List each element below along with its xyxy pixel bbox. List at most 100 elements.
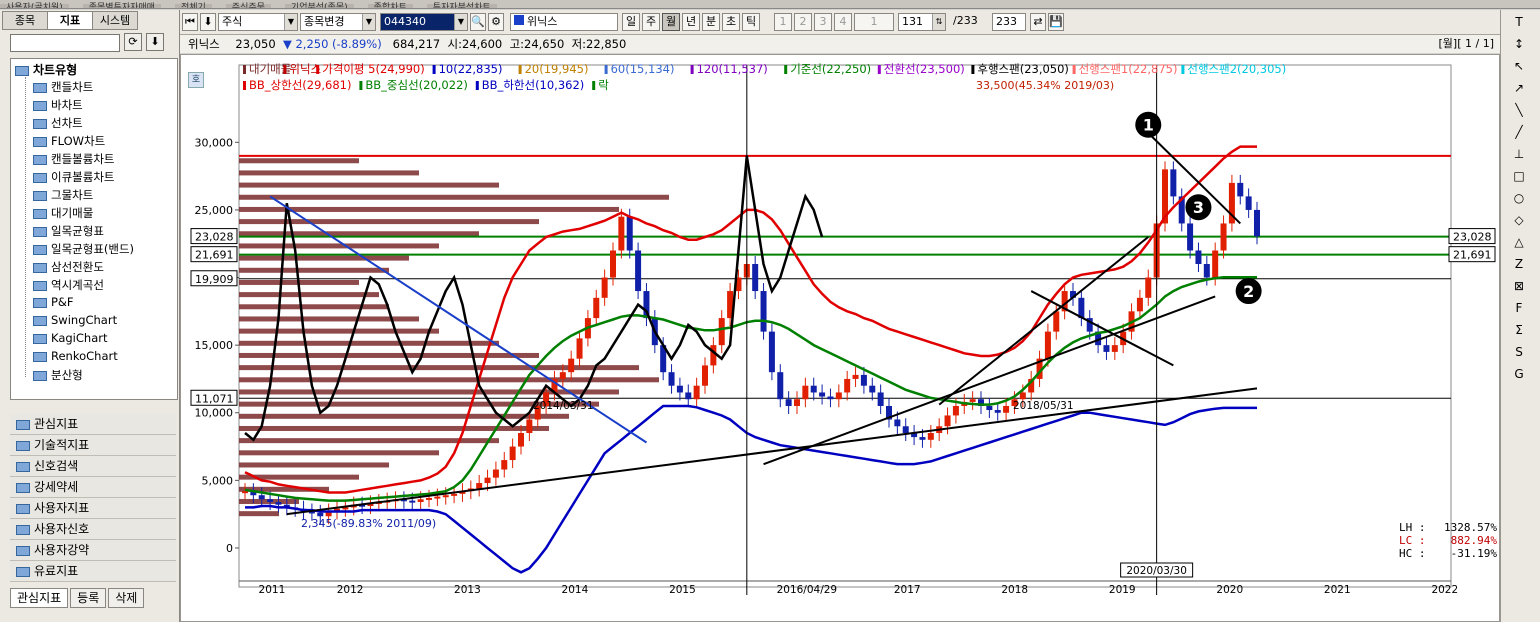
legend-entry[interactable]: 60(15,134)	[611, 62, 675, 76]
legend-entry[interactable]: 선행스팬1(22,875)	[1079, 62, 1178, 76]
legend-entry[interactable]: 선행스팬2(20,305)	[1187, 62, 1286, 76]
tree-item[interactable]: 일목균형표	[33, 223, 104, 239]
drawing-tool-icon[interactable]: ╲	[1511, 102, 1527, 118]
legend-entry[interactable]: BB_중심선(20,022)	[365, 78, 467, 92]
tree-item[interactable]: 캔들볼륨차트	[33, 151, 114, 167]
legend-entry[interactable]: 기준선(22,250)	[790, 62, 871, 76]
period-button[interactable]: 일	[622, 13, 640, 31]
drawing-tool-icon[interactable]: T	[1511, 14, 1527, 30]
tree-item[interactable]: 역시계곡선	[33, 277, 104, 293]
legend-entry[interactable]: BB_상한선(29,681)	[249, 78, 351, 92]
change-stock-select[interactable]: 종목변경 ▼	[300, 13, 376, 31]
category-item[interactable]: 기술적지표	[10, 435, 176, 456]
number-button[interactable]: 3	[814, 13, 832, 31]
tree-item[interactable]: P&F	[33, 295, 74, 309]
tree-item[interactable]: 분산형	[33, 367, 83, 383]
period-button[interactable]: 틱	[742, 13, 760, 31]
drawing-tool-icon[interactable]: ⊥	[1511, 146, 1527, 162]
window-tab[interactable]: 기업분석(종목)	[284, 4, 354, 8]
drawing-tool-icon[interactable]: □	[1511, 168, 1527, 184]
left-tab[interactable]: 종목	[2, 11, 48, 30]
category-item[interactable]: 신호검색	[10, 456, 176, 477]
number-button[interactable]: 4	[834, 13, 852, 31]
drawing-tool-icon[interactable]: G	[1511, 366, 1527, 382]
number-button[interactable]: 1	[774, 13, 792, 31]
view-count-input[interactable]: 233	[992, 13, 1026, 31]
left-tab[interactable]: 시스템	[92, 11, 138, 30]
download-icon[interactable]: ⬇	[146, 33, 164, 51]
drawing-tool-icon[interactable]: ◇	[1511, 212, 1527, 228]
tree-item[interactable]: 대기매물	[33, 205, 93, 221]
legend-entry[interactable]: 120(11,537)	[697, 62, 768, 76]
window-tab[interactable]: 주식주문	[225, 4, 271, 8]
window-tab[interactable]: 종목별투자자매매	[82, 4, 161, 8]
legend-entry[interactable]: 후행스팬(23,050)	[977, 62, 1069, 76]
drawing-tool-icon[interactable]: ○	[1511, 190, 1527, 206]
bottom-tab[interactable]: 삭제	[108, 588, 145, 608]
market-select[interactable]: 주식 ▼	[218, 13, 298, 31]
chart-area[interactable]: 호 05,00010,00015,00020,00025,00030,00020…	[180, 54, 1500, 622]
legend-entry[interactable]: 락	[598, 78, 609, 92]
window-tab[interactable]: 투자자분석차트	[426, 4, 497, 8]
download-icon[interactable]: ⬇	[200, 13, 216, 31]
drawing-tool-icon[interactable]: F	[1511, 300, 1527, 316]
tree-item[interactable]: 캔들차트	[33, 79, 93, 95]
save-icon[interactable]: 💾	[1048, 13, 1064, 31]
window-tab[interactable]: 사용자(골치원)	[0, 4, 69, 8]
refresh-icon[interactable]: ⟳	[124, 33, 142, 51]
bottom-tab[interactable]: 등록	[70, 588, 107, 608]
hline-label-text: 21,691	[195, 249, 234, 262]
drawing-tool-icon[interactable]: ↕	[1511, 36, 1527, 52]
left-tab[interactable]: 지표	[47, 11, 93, 30]
first-icon[interactable]: ⏮	[182, 13, 198, 31]
drawing-tool-icon[interactable]: Σ	[1511, 322, 1527, 338]
tree-item[interactable]: 선차트	[33, 115, 83, 131]
count-stepper[interactable]: 131 ⇅	[898, 13, 946, 31]
legend-entry[interactable]: 전환선(23,500)	[884, 62, 965, 76]
drawing-tool-icon[interactable]: Z	[1511, 256, 1527, 272]
legend-entry[interactable]: 20(19,945)	[525, 62, 589, 76]
period-button[interactable]: 주	[642, 13, 660, 31]
period-button[interactable]: 년	[682, 13, 700, 31]
bottom-tab[interactable]: 관심지표	[10, 588, 69, 608]
number-button[interactable]: 1	[854, 13, 894, 31]
stock-name-field[interactable]: 위닉스	[510, 13, 618, 31]
tree-item[interactable]: SwingChart	[33, 313, 117, 327]
category-item[interactable]: 사용자강약	[10, 540, 176, 561]
indicator-search-input[interactable]	[10, 34, 120, 52]
period-button[interactable]: 초	[722, 13, 740, 31]
tree-item[interactable]: 그물차트	[33, 187, 93, 203]
number-button[interactable]: 2	[794, 13, 812, 31]
search-icon[interactable]: 🔍	[470, 13, 486, 31]
tree-item[interactable]: KagiChart	[33, 331, 107, 345]
legend-entry[interactable]: 가격이평 5(24,990)	[322, 62, 425, 76]
legend-swatch	[592, 81, 596, 90]
drawing-tool-icon[interactable]: ↖	[1511, 58, 1527, 74]
legend-entry[interactable]: 10(22,835)	[439, 62, 503, 76]
category-item[interactable]: 사용자지표	[10, 498, 176, 519]
wrench-icon[interactable]: ⚙	[488, 13, 504, 31]
category-item[interactable]: 유료지표	[10, 561, 176, 582]
category-item[interactable]: 사용자신호	[10, 519, 176, 540]
drawing-tool-icon[interactable]: S	[1511, 344, 1527, 360]
apply-icon[interactable]: ⇄	[1030, 13, 1046, 31]
drawing-tool-icon[interactable]: △	[1511, 234, 1527, 250]
tree-item[interactable]: 바차트	[33, 97, 83, 113]
tree-item[interactable]: 삼선전환도	[33, 259, 104, 275]
stock-code-input[interactable]: 044340 ▼	[380, 13, 468, 31]
drawing-tool-icon[interactable]: ↗	[1511, 80, 1527, 96]
period-button[interactable]: 분	[702, 13, 720, 31]
window-tab[interactable]: 종합차트	[367, 4, 413, 8]
category-item[interactable]: 관심지표	[10, 414, 176, 435]
tree-item[interactable]: RenkoChart	[33, 349, 118, 363]
drawing-tool-icon[interactable]: ╱	[1511, 124, 1527, 140]
price-chart[interactable]: 05,00010,00015,00020,00025,00030,0002011…	[181, 55, 1499, 621]
window-tab[interactable]: 전체기	[174, 4, 212, 8]
legend-entry[interactable]: BB_하한선(10,362)	[482, 78, 584, 92]
tree-item[interactable]: 이큐볼륨차트	[33, 169, 114, 185]
period-button[interactable]: 월	[662, 13, 680, 31]
tree-item[interactable]: FLOW차트	[33, 133, 105, 149]
drawing-tool-icon[interactable]: ⊠	[1511, 278, 1527, 294]
tree-item[interactable]: 일목균형표(밴드)	[33, 241, 134, 257]
category-item[interactable]: 강세약세	[10, 477, 176, 498]
